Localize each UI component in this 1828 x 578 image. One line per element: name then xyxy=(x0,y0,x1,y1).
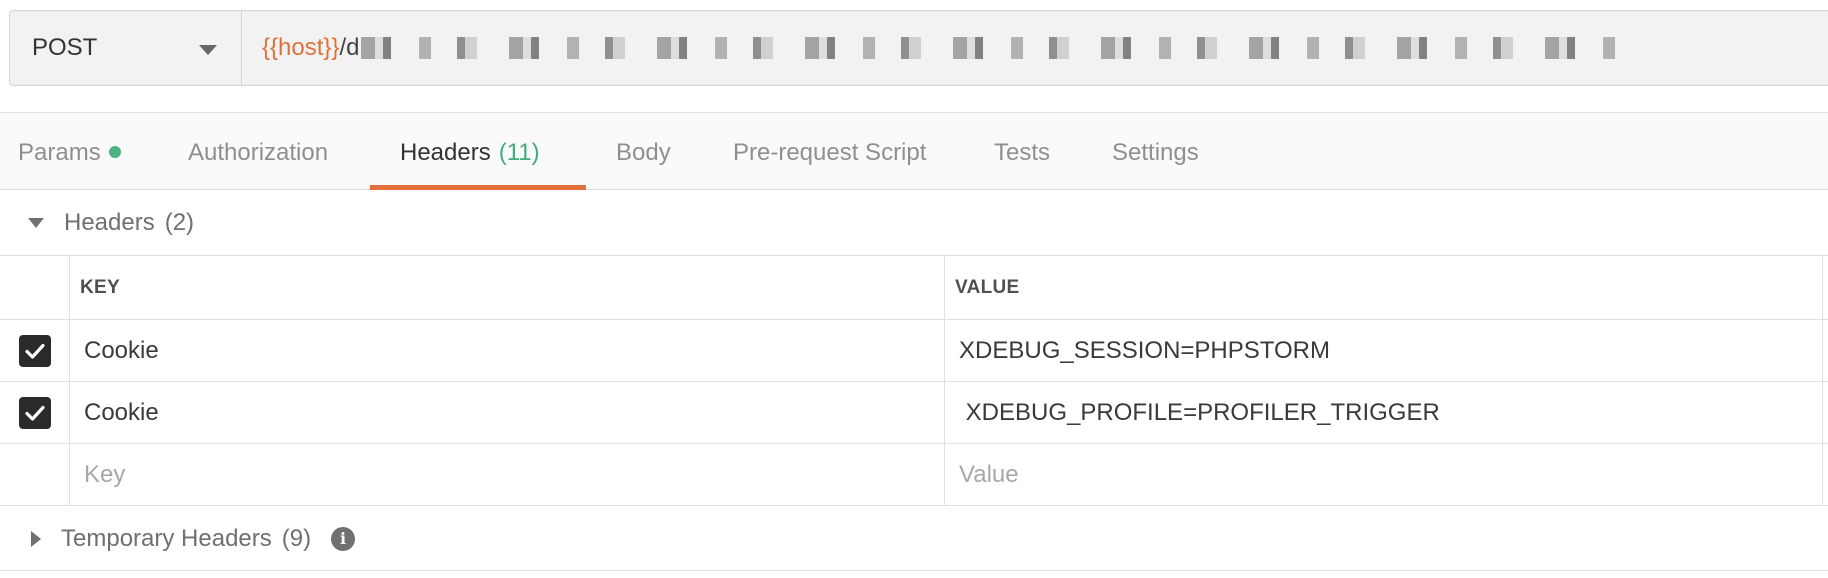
key-text: Cookie xyxy=(84,336,159,364)
caret-down-icon xyxy=(28,217,44,228)
tab-headers[interactable]: Headers (11) xyxy=(400,113,540,190)
tab-label: Authorization xyxy=(188,139,329,166)
key-cell[interactable]: Cookie xyxy=(70,382,945,443)
table-row: Cookie XDEBUG_PROFILE=PROFILER_TRIGGER xyxy=(0,382,1828,444)
table-row: Cookie XDEBUG_SESSION=PHPSTORM xyxy=(0,320,1828,382)
request-tabs: Params Authorization Headers (11) Body Pr… xyxy=(0,112,1828,190)
new-key-input[interactable]: Key xyxy=(70,444,945,505)
tab-params[interactable]: Params xyxy=(18,113,121,190)
section-count: (9) xyxy=(281,524,312,552)
checkmark-icon xyxy=(24,343,45,359)
url-path: /d xyxy=(339,34,360,61)
method-label: POST xyxy=(32,34,98,61)
tab-label: Body xyxy=(616,139,671,166)
temporary-headers-toggle[interactable]: Temporary Headers (9) i xyxy=(0,507,1828,571)
tab-pre-request-script[interactable]: Pre-request Script xyxy=(733,113,926,190)
headers-count: (11) xyxy=(498,139,540,166)
section-count: (2) xyxy=(164,208,195,236)
tab-label: Pre-request Script xyxy=(733,139,927,166)
checkbox-column-header xyxy=(0,256,70,319)
value-text: XDEBUG_PROFILE=PROFILER_TRIGGER xyxy=(959,398,1440,426)
checkbox-cell xyxy=(0,320,70,381)
value-cell[interactable]: XDEBUG_PROFILE=PROFILER_TRIGGER xyxy=(945,382,1823,443)
tab-label: Headers xyxy=(400,139,491,166)
method-select[interactable]: POST xyxy=(9,10,241,86)
url-host-variable: {{host}} xyxy=(262,34,340,61)
headers-section-toggle[interactable]: Headers (2) xyxy=(0,190,1828,256)
section-title: Temporary Headers xyxy=(61,524,272,552)
tab-label: Settings xyxy=(1112,139,1199,166)
chevron-down-icon xyxy=(199,45,217,55)
section-title: Headers xyxy=(64,208,155,236)
params-active-dot-icon xyxy=(108,146,121,158)
row-checkbox[interactable] xyxy=(18,396,51,429)
caret-right-icon xyxy=(31,530,41,547)
row-checkbox[interactable] xyxy=(18,334,51,367)
redacted-url-image xyxy=(361,37,1642,59)
new-value-input[interactable]: Value xyxy=(945,444,1823,505)
key-cell[interactable]: Cookie xyxy=(70,320,945,381)
url-input[interactable]: {{host}} /d xyxy=(241,10,1828,86)
headers-table: KEY VALUE Cookie XDEBUG_SESSION=PHPSTORM xyxy=(0,256,1828,506)
tab-settings[interactable]: Settings xyxy=(1112,113,1199,190)
table-row-new: Key Value xyxy=(0,444,1828,506)
value-cell[interactable]: XDEBUG_SESSION=PHPSTORM xyxy=(945,320,1823,381)
table-header-row: KEY VALUE xyxy=(0,256,1828,320)
checkbox-cell xyxy=(0,382,70,443)
tab-tests[interactable]: Tests xyxy=(994,113,1050,190)
tab-authorization[interactable]: Authorization xyxy=(188,113,328,190)
key-placeholder: Key xyxy=(84,460,126,488)
value-column-header: VALUE xyxy=(945,256,1823,319)
key-column-header: KEY xyxy=(70,256,945,319)
checkmark-icon xyxy=(24,405,45,421)
info-icon[interactable]: i xyxy=(331,526,356,551)
value-placeholder: Value xyxy=(959,460,1019,488)
checkbox-cell xyxy=(0,444,70,505)
request-bar: POST {{host}} /d xyxy=(0,0,1828,112)
tab-label: Params xyxy=(18,139,101,166)
tab-label: Tests xyxy=(994,139,1051,166)
tab-body[interactable]: Body xyxy=(616,113,671,190)
value-text: XDEBUG_SESSION=PHPSTORM xyxy=(959,336,1330,364)
key-text: Cookie xyxy=(84,398,159,426)
